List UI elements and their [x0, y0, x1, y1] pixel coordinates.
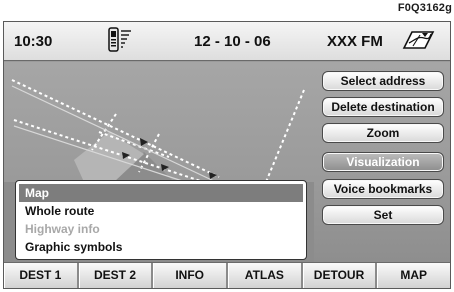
tab-map[interactable]: MAP	[377, 263, 450, 288]
tab-dest-2[interactable]: DEST 2	[78, 263, 154, 288]
phone-signal-icon	[107, 27, 133, 57]
zoom-button[interactable]: Zoom	[322, 123, 444, 143]
select-address-button[interactable]: Select address	[322, 71, 444, 91]
delete-destination-button[interactable]: Delete destination	[322, 97, 444, 117]
date: 12 - 10 - 06	[194, 33, 271, 50]
visualization-menu: Map Whole route Highway info Graphic sym…	[15, 180, 307, 260]
menu-item-highway-info: Highway info	[25, 222, 100, 236]
navigation-map-icon	[400, 26, 436, 58]
tab-atlas[interactable]: ATLAS	[228, 263, 303, 288]
status-bar: 10:30 12 - 10 - 06 XXX FM	[4, 22, 450, 61]
nav-screen: 10:30 12 - 10 - 06 XXX FM Select address…	[3, 21, 451, 289]
visualization-button[interactable]: Visualization	[322, 152, 444, 172]
voice-bookmarks-button[interactable]: Voice bookmarks	[322, 179, 444, 199]
radio-station: XXX FM	[327, 33, 383, 50]
clock-time: 10:30	[14, 33, 53, 50]
menu-item-map[interactable]: Map	[19, 184, 303, 202]
tab-dest-1[interactable]: DEST 1	[4, 263, 79, 288]
figure-code: F0Q3162g	[397, 2, 452, 14]
menu-item-graphic-symbols[interactable]: Graphic symbols	[19, 238, 303, 256]
menu-item-whole-route[interactable]: Whole route	[19, 202, 303, 220]
bottom-tab-bar: DEST 1 DEST 2 INFO ATLAS DETOUR MAP	[4, 262, 450, 288]
tab-detour[interactable]: DETOUR	[302, 263, 378, 288]
set-button[interactable]: Set	[322, 205, 444, 225]
map-view[interactable]: Select address Delete destination Zoom V…	[4, 62, 450, 262]
tab-info[interactable]: INFO	[153, 263, 229, 288]
